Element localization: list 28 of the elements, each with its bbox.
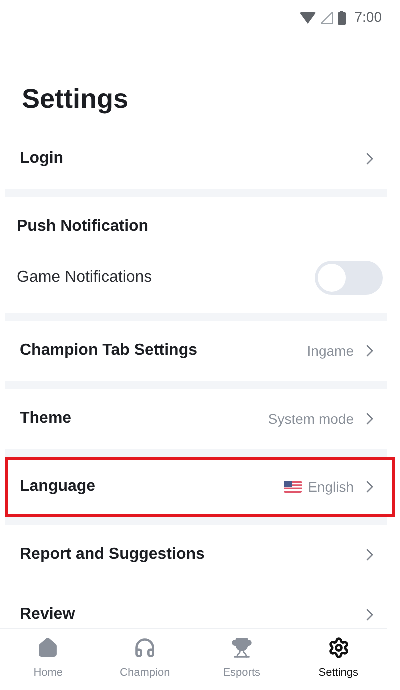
status-time: 7:00: [354, 8, 382, 27]
settings-row[interactable]: Champion Tab Settings Ingame: [5, 321, 395, 381]
section-header: Push Notification: [17, 217, 149, 237]
setting-value: Ingame: [307, 342, 354, 361]
settings-row[interactable]: Theme System mode: [5, 389, 395, 449]
setting-label: Champion Tab Settings: [20, 341, 198, 361]
setting-label: Theme: [20, 409, 72, 429]
home-icon: [37, 637, 60, 660]
page-title: Settings: [22, 82, 129, 116]
setting-label: Game Notifications: [17, 268, 152, 288]
wifi-icon: [300, 12, 316, 24]
setting-value: English: [308, 478, 354, 497]
setting-value: System mode: [268, 410, 354, 429]
headphones-icon: [134, 637, 156, 660]
settings-row[interactable]: Report and Suggestions: [5, 525, 395, 585]
settings-icon: [328, 637, 350, 660]
setting-label: Report and Suggestions: [20, 545, 205, 565]
settings-row[interactable]: Login: [5, 129, 395, 189]
nav-tab[interactable]: Settings: [290, 629, 387, 690]
setting-label: Login: [20, 149, 64, 169]
battery-icon: [338, 10, 346, 24]
settings-row[interactable]: Language English: [5, 457, 395, 517]
settings-row[interactable]: Review: [5, 585, 395, 628]
setting-label: Language: [20, 477, 96, 497]
signal-icon: [320, 12, 333, 24]
setting-label: Review: [20, 605, 76, 625]
trophy-icon: [230, 637, 253, 660]
toggle-switch[interactable]: [315, 261, 383, 295]
